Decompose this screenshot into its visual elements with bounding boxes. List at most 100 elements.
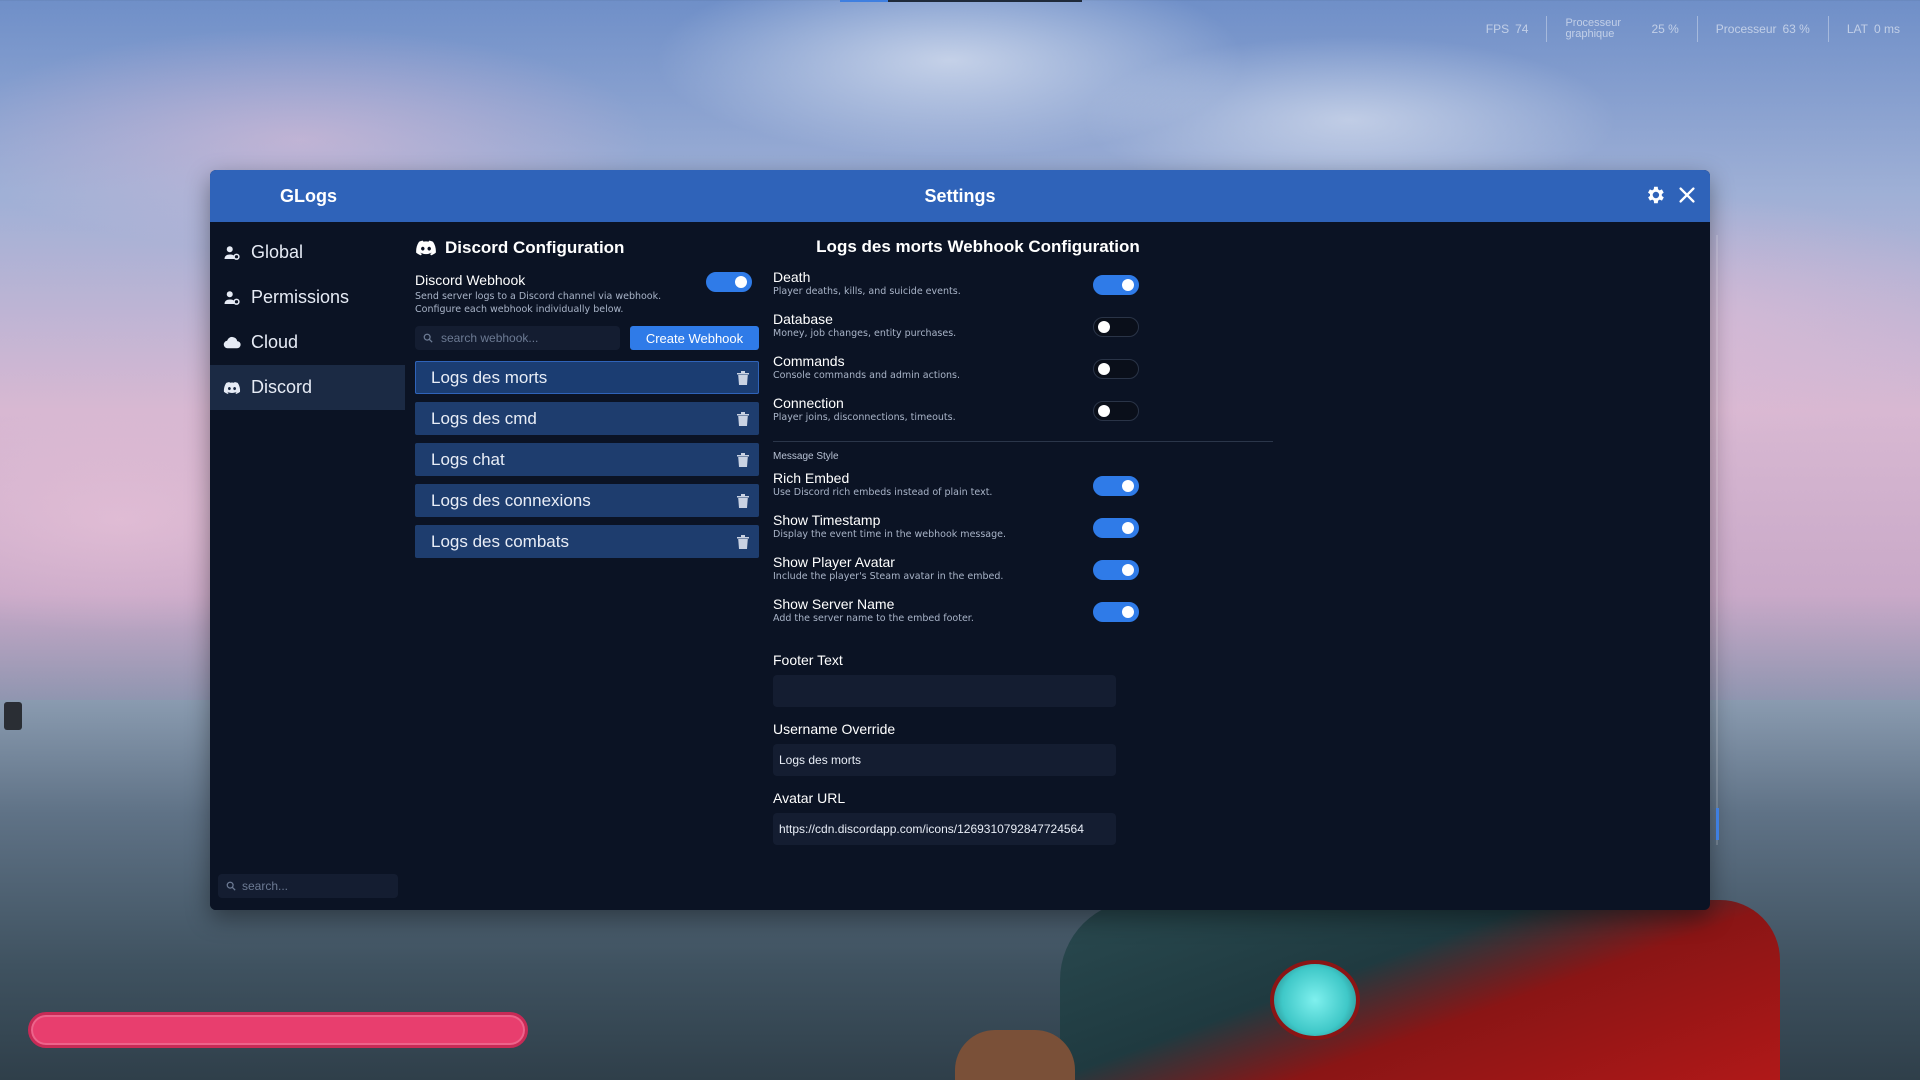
gpu-readout: Processeur graphique 25 % bbox=[1565, 18, 1678, 40]
option-description: Use Discord rich embeds instead of plain… bbox=[773, 487, 993, 498]
option-database: Database Money, job changes, entity purc… bbox=[773, 311, 1273, 353]
sidebar: Global Permissions Cloud Discord bbox=[210, 222, 405, 910]
username-override-input[interactable] bbox=[779, 753, 1110, 767]
webhook-config-panel: Logs des morts Webhook Configuration Dea… bbox=[773, 222, 1273, 910]
cloud-icon bbox=[223, 336, 241, 348]
settings-window: GLogs Settings Global Permissions Cloud … bbox=[210, 170, 1710, 910]
fps-readout: FPS 74 bbox=[1486, 22, 1529, 36]
message-style-heading: Message Style bbox=[773, 451, 839, 462]
show-server-name-toggle[interactable] bbox=[1093, 602, 1139, 622]
option-label: Death bbox=[773, 269, 811, 285]
commands-toggle[interactable] bbox=[1093, 359, 1139, 379]
option-label: Commands bbox=[773, 353, 845, 369]
latency-readout: LAT 0 ms bbox=[1847, 22, 1900, 36]
trash-icon[interactable] bbox=[736, 411, 750, 427]
webhook-item[interactable]: Logs des connexions bbox=[415, 484, 759, 517]
webhook-item[interactable]: Logs chat bbox=[415, 443, 759, 476]
avatar-url-input[interactable] bbox=[779, 822, 1110, 836]
user-settings-icon bbox=[224, 245, 240, 260]
option-label: Show Timestamp bbox=[773, 512, 881, 528]
gear-icon[interactable] bbox=[1644, 184, 1666, 206]
option-label: Database bbox=[773, 311, 833, 327]
username-override-label: Username Override bbox=[773, 721, 896, 737]
cpu-label: Processeur bbox=[1715, 22, 1777, 36]
discord-webhook-toggle[interactable] bbox=[706, 272, 752, 292]
rich-embed-toggle[interactable] bbox=[1093, 476, 1139, 496]
trash-icon[interactable] bbox=[736, 370, 750, 386]
show-player-avatar-toggle[interactable] bbox=[1093, 560, 1139, 580]
option-connection: Connection Player joins, disconnections,… bbox=[773, 395, 1273, 437]
option-description: Player joins, disconnections, timeouts. bbox=[773, 412, 956, 423]
hud-separator bbox=[1827, 16, 1829, 42]
gpu-value: 25 % bbox=[1651, 22, 1679, 36]
sidebar-search-input[interactable] bbox=[242, 879, 392, 893]
search-icon bbox=[226, 881, 236, 891]
option-description: Console commands and admin actions. bbox=[773, 370, 961, 381]
avatar-url-label: Avatar URL bbox=[773, 790, 846, 806]
section-divider bbox=[773, 441, 1273, 442]
webhook-item[interactable]: Logs des morts bbox=[415, 361, 759, 394]
search-icon bbox=[423, 333, 433, 343]
sidebar-item-label: Permissions bbox=[251, 287, 350, 307]
toggle-knob bbox=[1122, 480, 1134, 492]
scrollbar-track[interactable] bbox=[1716, 235, 1718, 845]
database-toggle[interactable] bbox=[1093, 317, 1139, 337]
option-label: Rich Embed bbox=[773, 470, 850, 486]
event-options: Death Player deaths, kills, and suicide … bbox=[773, 269, 1273, 437]
option-description: Money, job changes, entity purchases. bbox=[773, 328, 957, 339]
close-icon[interactable] bbox=[1676, 184, 1698, 206]
scrollbar-thumb[interactable] bbox=[1716, 808, 1719, 840]
webhook-item-label: Logs des connexions bbox=[431, 490, 591, 510]
sidebar-item-label: Global bbox=[251, 242, 304, 262]
fps-value: 74 bbox=[1515, 22, 1529, 36]
trash-icon[interactable] bbox=[736, 493, 750, 509]
sidebar-item-global[interactable]: Global bbox=[210, 230, 405, 275]
weapon-gauge bbox=[1270, 960, 1360, 1040]
sidebar-item-cloud[interactable]: Cloud bbox=[210, 320, 405, 365]
discord-webhook-setting: Discord Webhook Send server logs to a Di… bbox=[415, 272, 760, 316]
death-toggle[interactable] bbox=[1093, 275, 1139, 295]
discord-config-title: Discord Configuration bbox=[445, 238, 625, 257]
style-options: Rich Embed Use Discord rich embeds inste… bbox=[773, 470, 1273, 638]
toggle-knob bbox=[1122, 522, 1134, 534]
discord-config-panel: Discord Configuration Discord Webhook Se… bbox=[415, 222, 760, 910]
discord-icon bbox=[223, 381, 241, 394]
sidebar-item-discord[interactable]: Discord bbox=[210, 365, 405, 410]
gpu-label: Processeur graphique bbox=[1565, 17, 1622, 40]
webhook-search-input[interactable] bbox=[441, 331, 616, 345]
discord-webhook-description-line: Send server logs to a Discord channel vi… bbox=[415, 291, 662, 302]
sidebar-item-label: Cloud bbox=[251, 332, 299, 352]
webhook-item-label: Logs des morts bbox=[431, 367, 548, 387]
window-title: Settings bbox=[924, 185, 996, 206]
hud-separator bbox=[1546, 16, 1548, 42]
webhook-config-title: Logs des morts Webhook Configuration bbox=[816, 237, 1140, 256]
trash-icon[interactable] bbox=[736, 534, 750, 550]
webhook-item-label: Logs des combats bbox=[431, 531, 569, 551]
webhook-item-label: Logs des cmd bbox=[431, 408, 537, 428]
discord-icon bbox=[416, 240, 436, 256]
cpu-readout: Processeur 63 % bbox=[1716, 22, 1810, 36]
webhook-search-row: Create Webhook bbox=[415, 326, 760, 350]
show-timestamp-toggle[interactable] bbox=[1093, 518, 1139, 538]
webhook-list: Logs des morts Logs des cmd Logs chat Lo… bbox=[415, 361, 760, 558]
option-description: Display the event time in the webhook me… bbox=[773, 529, 1007, 540]
webhook-item[interactable]: Logs des combats bbox=[415, 525, 759, 558]
top-indicator bbox=[840, 0, 1082, 2]
performance-hud: FPS 74 Processeur graphique 25 % Process… bbox=[1486, 16, 1900, 42]
sidebar-item-permissions[interactable]: Permissions bbox=[210, 275, 405, 320]
sidebar-search bbox=[218, 874, 398, 898]
discord-config-heading: Discord Configuration bbox=[415, 237, 760, 259]
fps-label: FPS bbox=[1485, 22, 1510, 36]
option-death: Death Player deaths, kills, and suicide … bbox=[773, 269, 1273, 311]
footer-text-label: Footer Text bbox=[773, 652, 843, 668]
toggle-knob bbox=[1122, 606, 1134, 618]
webhook-item[interactable]: Logs des cmd bbox=[415, 402, 759, 435]
webhook-item-label: Logs chat bbox=[431, 449, 505, 469]
lat-label: LAT bbox=[1846, 22, 1868, 36]
footer-text-input[interactable] bbox=[779, 684, 1110, 698]
distant-boat bbox=[4, 702, 22, 730]
connection-toggle[interactable] bbox=[1093, 401, 1139, 421]
option-show-server-name: Show Server Name Add the server name to … bbox=[773, 596, 1273, 638]
create-webhook-button[interactable]: Create Webhook bbox=[630, 326, 759, 350]
trash-icon[interactable] bbox=[736, 452, 750, 468]
